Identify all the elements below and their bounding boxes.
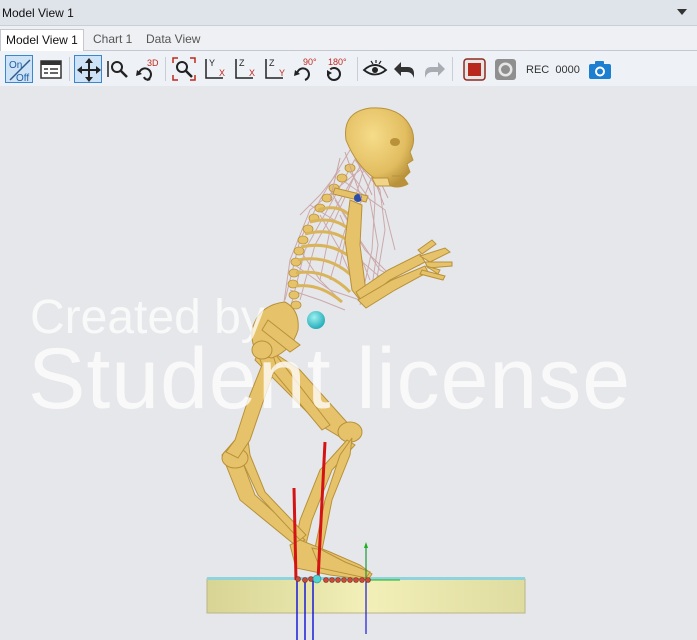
view-zy-icon: Z Y [265, 58, 285, 79]
rotate-180-icon: 180° [327, 57, 347, 81]
model-scene[interactable] [0, 86, 697, 640]
legs [221, 344, 373, 581]
arm [344, 199, 453, 309]
visibility-eye-icon [362, 60, 388, 76]
rotate-180-label: 180° [328, 57, 347, 67]
axis-y-label: Y [279, 68, 285, 78]
undo-icon [394, 62, 414, 78]
window-title: Model View 1 [2, 6, 74, 20]
stop-icon [495, 59, 516, 80]
redo-icon [425, 62, 445, 78]
record-icon [463, 58, 486, 81]
window-menu-chevron-icon[interactable] [677, 9, 687, 15]
tab-chart-1[interactable]: Chart 1 [88, 29, 137, 51]
window-titlebar: Model View 1 [0, 0, 697, 26]
toolbar-separator [452, 57, 453, 81]
rotate-3d-button[interactable]: 3D [133, 55, 161, 83]
view-yx-icon: Y X [205, 58, 225, 79]
on-label: On [9, 60, 22, 71]
rec-counter: 0000 [555, 64, 580, 76]
tab-data-view[interactable]: Data View [141, 29, 205, 51]
axis-x-label: X [249, 68, 255, 78]
view-zx-icon: Z X [235, 58, 255, 79]
view-zy-button[interactable]: Z Y [261, 55, 289, 83]
zoom-fit-button[interactable] [170, 55, 198, 83]
toolbar: On Off 3D Y X Z X Z Y 90° 180° REC 0000 [0, 51, 697, 86]
rec-status: REC 0000 [526, 64, 580, 76]
screenshot-button[interactable] [586, 55, 614, 83]
toolbar-separator [165, 57, 166, 81]
camera-icon [589, 61, 611, 79]
on-off-toggle-icon: On Off [9, 59, 31, 84]
zoom-fit-icon [172, 57, 196, 81]
axis-z-label: Z [239, 58, 245, 68]
view-zx-button[interactable]: Z X [231, 55, 259, 83]
properties-button[interactable] [37, 55, 65, 83]
off-label: Off [16, 73, 29, 84]
record-button[interactable] [461, 55, 489, 83]
axis-y-label: Y [209, 58, 215, 68]
zoom-icon [107, 61, 128, 78]
toolbar-separator [357, 57, 358, 81]
rotate-90-label: 90° [303, 57, 317, 67]
model-viewport[interactable]: Created by Student license [0, 86, 697, 640]
thigh [225, 344, 277, 459]
tab-bar: Model View 1 Chart 1 Data View [0, 26, 697, 51]
pelvis [251, 301, 301, 360]
visibility-button[interactable] [361, 55, 389, 83]
rotate-90-icon: 90° [294, 57, 317, 81]
hip-joint-marker [307, 311, 325, 329]
rotate-3d-icon: 3D [136, 58, 159, 81]
rotate-90-button[interactable]: 90° [291, 55, 319, 83]
pan-move-button[interactable] [74, 55, 102, 83]
label-3d: 3D [147, 58, 159, 68]
toolbar-separator [69, 57, 70, 81]
tab-model-view-1[interactable]: Model View 1 [0, 29, 84, 51]
axis-z-label: Z [269, 58, 275, 68]
redo-button[interactable] [420, 55, 448, 83]
rec-label: REC [526, 64, 550, 76]
zoom-button[interactable] [103, 55, 131, 83]
properties-icon [40, 60, 62, 79]
rotate-180-button[interactable]: 180° [322, 55, 350, 83]
on-off-toggle-button[interactable]: On Off [5, 55, 33, 84]
skull [345, 107, 415, 188]
undo-button[interactable] [391, 55, 419, 83]
axis-x-label: X [219, 68, 225, 78]
pan-move-icon [77, 58, 101, 82]
stop-button[interactable] [492, 55, 520, 83]
view-yx-button[interactable]: Y X [201, 55, 229, 83]
